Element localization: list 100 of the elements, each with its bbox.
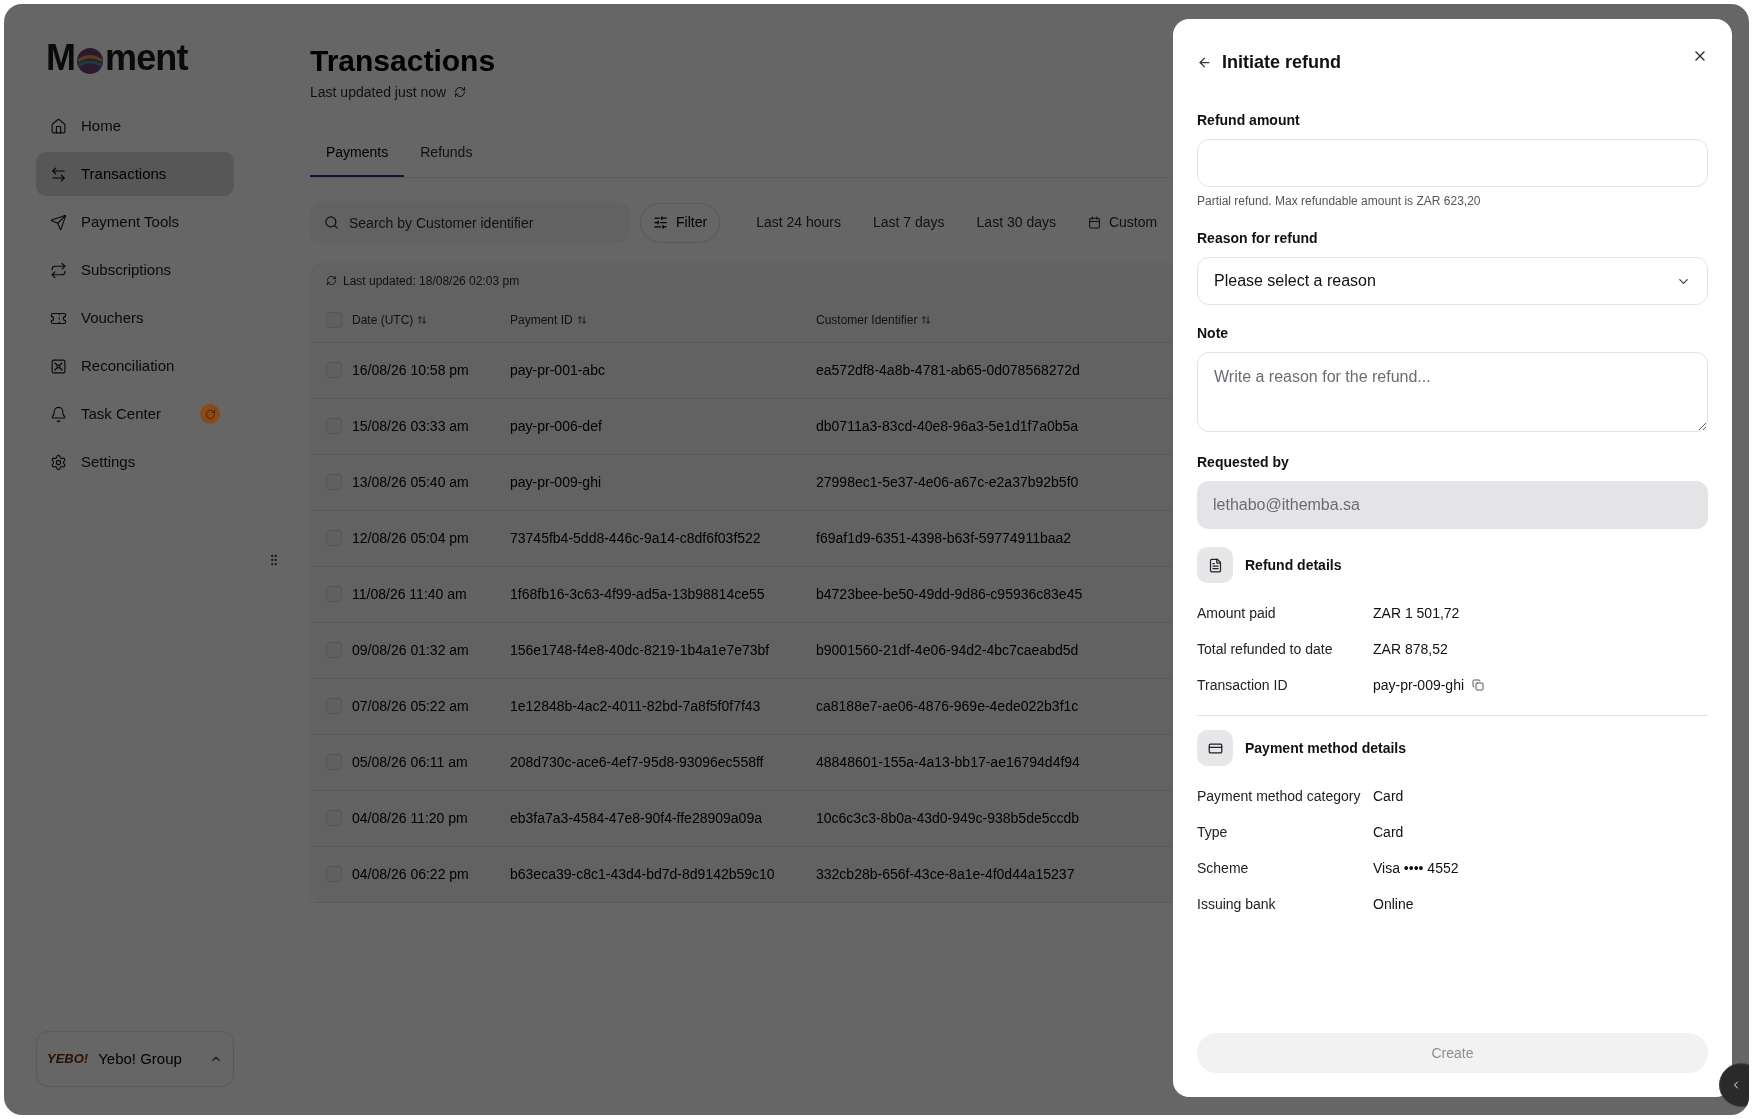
logo-icon	[76, 47, 105, 75]
refresh-icon[interactable]	[454, 86, 467, 98]
section-title: Refund details	[1245, 555, 1342, 575]
detail-value: Online	[1373, 894, 1414, 914]
table-cell-text: pay-pr-001-abc	[510, 360, 606, 380]
reason-select[interactable]: Please select a reason	[1197, 257, 1708, 305]
detail-label: Scheme	[1197, 858, 1250, 878]
card-icon	[1197, 730, 1233, 766]
organization-switcher[interactable]: YEBO! Yebo! Group	[36, 1031, 234, 1087]
table-cell-text: 09/08/26 01:32 am	[352, 640, 470, 660]
search-icon	[324, 214, 339, 230]
field-label: Requested by	[1197, 453, 1290, 472]
nav-item[interactable]: Subscriptions	[36, 248, 234, 292]
field-label: Refund amount	[1197, 111, 1301, 130]
table-cell-text: 156e1748-f4e8-40dc-8219-1b4a1e7e73bf	[510, 640, 771, 660]
settings-icon	[50, 453, 67, 471]
table-cell-text: ea572df8-4a8b-4781-ab65-0d078568272d	[816, 360, 1080, 380]
detail-value: Card	[1373, 822, 1404, 842]
detail-label: Type	[1197, 822, 1229, 842]
table-cell-text: f69af1d9-6351-4398-b63f-59774911baa2	[816, 528, 1072, 548]
note-field[interactable]: Write a reason for the refund...	[1197, 352, 1708, 432]
table-cell-text: pay-pr-009-ghi	[510, 472, 603, 492]
table-cell-text: 04/08/26 06:22 pm	[352, 864, 470, 884]
detail-value: ZAR 1 501,72	[1373, 603, 1460, 623]
detail-label: Transaction ID	[1197, 675, 1289, 695]
organization-logo: YEBO!	[47, 1050, 89, 1069]
table-cell-text: 16/08/26 10:58 pm	[352, 360, 470, 380]
table-cell-text: 13/08/26 05:40 am	[352, 472, 470, 492]
nav-item[interactable]: Reconciliation	[36, 344, 234, 388]
column-header[interactable]: Date (UTC)	[352, 311, 414, 329]
date-filter[interactable]: Custom	[1071, 204, 1174, 241]
paper-plane-icon	[50, 213, 67, 231]
logo-text: ment	[105, 40, 188, 76]
table-cell-text: db0711a3-83cd-40e8-96a3-5e1d1f7a0b5a	[816, 416, 1079, 436]
field-label: Note	[1197, 324, 1230, 343]
table-cell-text: 73745fb4-5dd8-446c-9a14-c8df6f03f522	[510, 528, 762, 548]
refund-amount-field[interactable]	[1197, 139, 1708, 187]
repeat-icon	[50, 261, 67, 279]
detail-label: Total refunded to date	[1197, 639, 1334, 659]
table-cell-text: 27998ec1-5e37-4e06-a67c-e2a37b92b5f0	[816, 472, 1079, 492]
nav-item[interactable]: Task Center	[36, 392, 234, 436]
table-cell-text: 04/08/26 11:20 pm	[352, 808, 469, 828]
hint-text: Partial refund. Max refundable amount is ZAR 623,20	[1197, 193, 1482, 210]
detail-label: Issuing bank	[1197, 894, 1277, 914]
nav-item[interactable]: Vouchers	[36, 296, 234, 340]
panel-title: Initiate refund	[1222, 51, 1341, 74]
sort-icon[interactable]	[576, 315, 587, 325]
tab[interactable]: Payments	[310, 130, 405, 177]
detail-label: Amount paid	[1197, 603, 1277, 623]
table-cell-text: b4723bee-be50-49dd-9d86-c95936c83e45	[816, 584, 1083, 604]
organization-name: Yebo! Group	[98, 1048, 183, 1069]
logo-text: M	[46, 40, 76, 76]
table-cell-text: 208d730c-ace6-4ef7-95d8-93096ec558ff	[510, 752, 765, 772]
date-filter[interactable]: Last 7 days	[856, 204, 961, 241]
table-cell-text: 1f68fb16-3c63-4f99-ad5a-13b98814ce55	[510, 584, 766, 604]
date-filter[interactable]: Last 30 days	[960, 204, 1072, 241]
table-cell-text: 05/08/26 06:11 am	[352, 752, 469, 772]
nav-item[interactable]: Transactions	[36, 152, 234, 196]
table-cell-text: 15/08/26 03:33 am	[352, 416, 470, 436]
search-field[interactable]: Search by Customer identifier	[310, 202, 630, 243]
page-subtitle: Last updated just now	[310, 82, 447, 102]
refresh-icon[interactable]	[326, 275, 337, 286]
table-cell-text: 11/08/26 11:40 am	[352, 584, 468, 604]
last-updated-text: Last updated: 18/08/26 02:03 pm	[343, 272, 520, 290]
nav-item[interactable]: Settings	[36, 440, 234, 484]
calendar-icon	[1087, 216, 1101, 229]
arrows-icon	[50, 165, 67, 183]
bell-icon	[50, 405, 67, 423]
nav-item[interactable]: Payment Tools	[36, 200, 234, 244]
column-header[interactable]: Customer Identifier	[816, 311, 918, 329]
detail-value: ZAR 878,52	[1373, 639, 1448, 659]
detail-label: Payment method category	[1197, 786, 1362, 806]
sort-icon[interactable]	[921, 315, 932, 325]
table-cell-text: 332cb28b-656f-43ce-8a1e-4f0d44a15237	[816, 864, 1075, 884]
table-cell-text: b63eca39-c8c1-43d4-bd7d-8d9142b59c10	[510, 864, 776, 884]
table-cell-text: 1e12848b-4ac2-4011-82bd-7a8f5f0f7f43	[510, 696, 762, 716]
home-icon	[50, 117, 67, 135]
alert-badge	[200, 404, 220, 424]
back-icon[interactable]	[1197, 55, 1212, 70]
table-cell-text: eb3fa7a3-4584-47e8-90f4-ffe28909a09a	[510, 808, 763, 828]
section-title: Payment method details	[1245, 738, 1407, 758]
tab[interactable]: Refunds	[404, 130, 489, 177]
date-filter[interactable]: Last 24 hours	[740, 204, 857, 241]
field-label: Reason for refund	[1197, 229, 1319, 248]
table-cell-text: ca8188e7-ae06-4876-969e-4ede022b3f1c	[816, 696, 1079, 716]
page-title: Transactions	[310, 43, 496, 79]
detail-value: pay-pr-009-ghi	[1373, 675, 1465, 695]
copy-icon[interactable]	[1472, 679, 1485, 691]
table-cell-text: b9001560-21df-4e06-94d2-4bc7caeabd5d	[816, 640, 1079, 660]
detail-value: Card	[1373, 786, 1404, 806]
table-cell-text: 12/08/26 05:04 pm	[352, 528, 470, 548]
sliders-icon	[653, 215, 668, 230]
nav-item[interactable]: Home	[36, 104, 234, 148]
sort-icon[interactable]	[417, 315, 428, 325]
document-icon	[1197, 547, 1233, 583]
column-header[interactable]: Payment ID	[510, 311, 573, 329]
table-cell-text: pay-pr-006-def	[510, 416, 603, 436]
table-cell-text: 48848601-155a-4a13-bb17-ae16794d4f94	[816, 752, 1080, 772]
table-cell-text: 10c6c3c3-8b0a-43d0-949c-938b5de5ccdb	[816, 808, 1080, 828]
table-cell-text: 07/08/26 05:22 am	[352, 696, 470, 716]
